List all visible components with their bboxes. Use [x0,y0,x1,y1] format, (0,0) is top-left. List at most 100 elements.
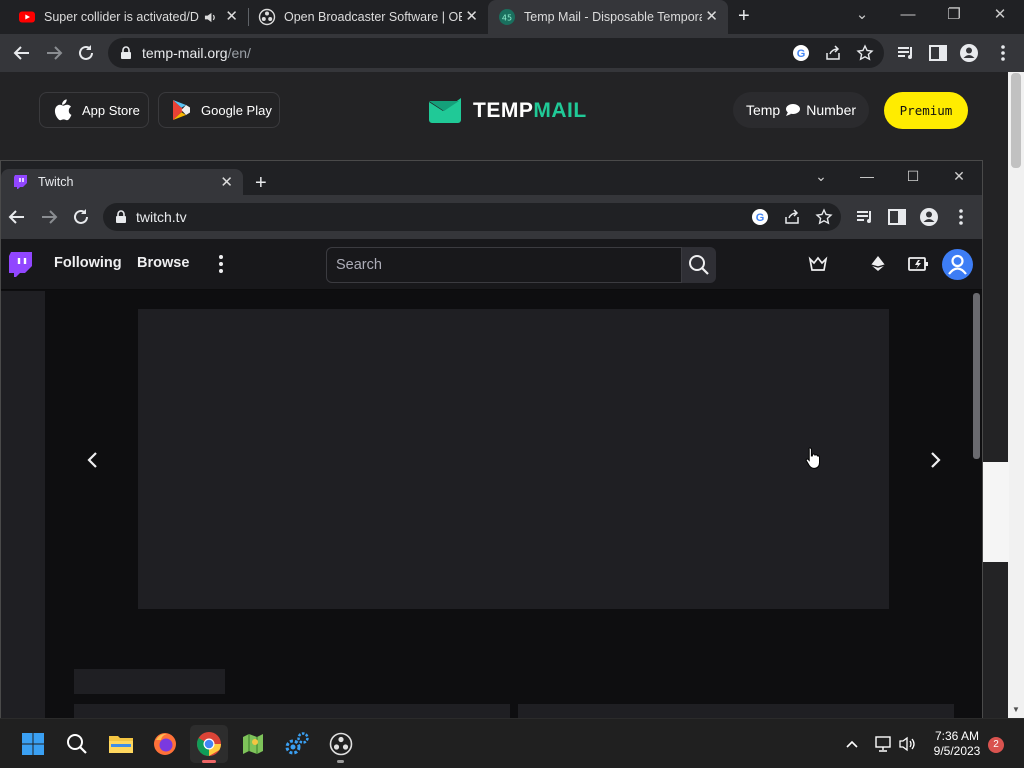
start-button[interactable] [18,729,48,759]
carousel-next-icon[interactable] [928,451,942,469]
network-icon[interactable] [874,735,894,753]
battery-turbo-icon[interactable] [907,254,929,274]
file-explorer-button[interactable] [106,729,136,759]
twitch-logo-icon[interactable] [8,251,33,279]
minimize-button[interactable]: — [844,165,890,189]
minimize-button[interactable]: — [886,4,930,28]
twitch-browser-window: Twitch ✕ + ⌄ — ☐ ✕ twitch.tv G Following… [0,160,983,720]
number-label: Number [806,102,857,118]
content-scrollbar[interactable] [973,293,980,459]
scrollbar-thumb[interactable] [1011,73,1021,168]
premium-button[interactable]: Premium [884,92,968,129]
app-store-button[interactable]: App Store [39,92,149,128]
tab-tempmail[interactable]: 45 Temp Mail - Disposable Tempora ✕ [488,0,728,34]
obs-button[interactable] [326,729,356,759]
tab-obs[interactable]: Open Broadcaster Software | OBS ✕ [240,0,488,34]
active-app-indicator [202,760,216,763]
close-window-button[interactable]: ✕ [978,4,1022,28]
crown-prime-icon[interactable] [808,254,828,274]
bookmark-star-icon[interactable] [856,44,874,62]
nav-browse[interactable]: Browse [137,255,189,271]
media-queue-icon[interactable] [854,206,876,228]
forward-arrow-icon[interactable] [38,206,60,228]
temp-number-button[interactable]: Temp Number [733,92,869,128]
volume-icon[interactable] [898,735,916,753]
chrome-button[interactable] [190,725,228,763]
apple-icon [54,99,72,121]
new-tab-button[interactable]: + [738,6,750,26]
tempmail-logo[interactable]: TEMPMAIL [427,98,587,124]
bookmark-star-icon[interactable] [815,208,833,226]
lock-icon[interactable] [120,46,132,60]
obs-icon [258,8,276,26]
tab-twitch[interactable]: Twitch ✕ [1,169,243,195]
clock-date: 9/5/2023 [933,744,981,758]
maximize-button[interactable]: ☐ [890,165,936,189]
new-tab-button[interactable]: + [255,173,267,193]
maps-app-button[interactable] [238,729,268,759]
close-tab-icon[interactable]: ✕ [705,9,718,25]
nav-following[interactable]: Following [54,255,122,271]
search-button[interactable] [682,247,716,283]
close-window-button[interactable]: ✕ [936,165,982,189]
back-arrow-icon[interactable] [6,206,28,228]
share-icon[interactable] [783,208,801,226]
settings-gears-button[interactable] [282,729,312,759]
featured-carousel[interactable] [138,309,889,609]
tab-search-chevron-icon[interactable]: ⌄ [798,165,844,189]
obs-icon [329,732,353,756]
firefox-icon [154,733,176,755]
close-tab-icon[interactable]: ✕ [465,9,478,25]
lock-icon[interactable] [115,210,127,224]
forward-arrow-icon[interactable] [43,42,65,64]
share-icon[interactable] [824,44,842,62]
scroll-down-icon[interactable]: ▼ [1012,705,1020,714]
speaker-icon[interactable] [204,11,217,24]
google-play-button[interactable]: Google Play [158,92,280,128]
close-tab-icon[interactable]: ✕ [220,173,233,191]
address-bar[interactable]: twitch.tv G [103,203,841,231]
page-scrollbar[interactable]: ▼ [1008,72,1024,718]
tab-title: Twitch [38,175,74,189]
user-avatar[interactable] [942,249,973,280]
system-clock[interactable]: 7:36 AM 9/5/2023 [926,729,988,759]
windows-taskbar: 7:36 AM 9/5/2023 2 [0,718,1024,768]
carousel-prev-icon[interactable] [86,451,100,469]
google-lens-icon[interactable]: G [751,208,769,226]
user-icon [948,254,967,275]
twitch-top-nav: Following Browse Search [1,239,982,290]
youtube-icon [19,11,35,23]
svg-text:45: 45 [502,14,512,23]
profile-icon[interactable] [918,206,940,228]
show-hidden-icons-chevron-icon[interactable] [845,739,859,749]
tab-youtube[interactable]: Super collider is activated/De ✕ [0,0,248,34]
side-panel-icon[interactable] [886,206,908,228]
taskbar-search-button[interactable] [62,729,92,759]
more-options-icon[interactable] [211,252,231,276]
side-panel-icon[interactable] [927,42,949,64]
windows-start-icon [22,733,44,755]
menu-kebab-icon[interactable] [950,206,972,228]
media-queue-icon[interactable] [895,42,917,64]
search-input[interactable]: Search [326,247,682,283]
google-lens-icon[interactable]: G [792,44,810,62]
close-tab-icon[interactable]: ✕ [225,9,238,25]
firefox-button[interactable] [150,729,180,759]
svg-text:G: G [797,48,806,60]
reload-icon[interactable] [70,206,92,228]
bits-diamond-icon[interactable] [868,254,888,274]
notification-badge[interactable]: 2 [988,737,1004,753]
tab-search-chevron-icon[interactable]: ⌄ [840,4,884,28]
reload-icon[interactable] [75,42,97,64]
address-bar[interactable]: temp-mail.org/en/ G [108,38,884,68]
tab-title: Super collider is activated/De [44,10,199,24]
twitch-tab-icon [14,175,27,189]
chat-bubble-icon [786,104,801,116]
profile-icon[interactable] [958,42,980,64]
settings-gears-icon [285,732,309,755]
menu-kebab-icon[interactable] [992,42,1014,64]
front-browser-tabbar: Twitch ✕ + ⌄ — ☐ ✕ [1,161,982,195]
restore-button[interactable]: ❐ [932,4,976,28]
app-store-label: App Store [82,102,140,118]
back-arrow-icon[interactable] [11,42,33,64]
